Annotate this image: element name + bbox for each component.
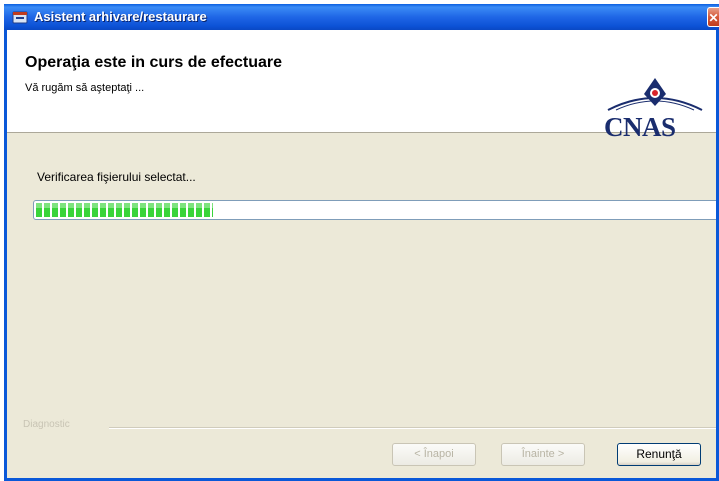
cnas-emblem-icon [607,78,703,111]
page-subtitle: Vă rugăm să aşteptaţi ... [25,82,145,94]
window-title: Asistent arhivare/restaurare [34,9,207,24]
logo-wordmark: CNAS [604,112,676,142]
wizard-header: Operaţia este in curs de efectuare Vă ru… [7,30,716,142]
close-button[interactable]: ✕ [707,7,719,27]
back-button[interactable]: < Înapoi [392,443,476,466]
archive-app-icon [12,11,28,24]
progress-status-label: Verificarea fişierului selectat... [37,170,196,184]
title-bar[interactable]: Asistent arhivare/restaurare ✕ [4,4,719,30]
group-label: Diagnostic [23,419,70,430]
page-title: Operaţia este in curs de efectuare [25,54,282,71]
progress-bar-fill [36,203,213,217]
footer-divider [109,427,716,429]
progress-bar [33,200,716,220]
cnas-logo: CNAS [602,76,708,142]
cancel-button[interactable]: Renunţă [617,443,701,466]
next-button[interactable]: Înainte > [501,443,585,466]
wizard-window: Operaţia este in curs de efectuare Vă ru… [4,4,719,481]
